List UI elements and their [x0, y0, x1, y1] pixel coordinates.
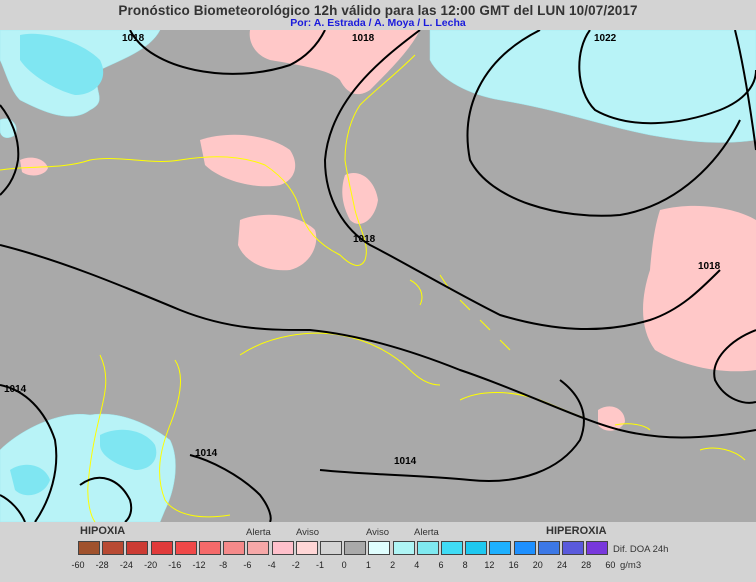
units-line-1: Dif. DOA 24h — [613, 544, 669, 555]
legend-tick: -2 — [291, 560, 300, 570]
legend-tick: 6 — [438, 560, 444, 570]
legend-swatch — [513, 541, 536, 555]
legend-swatch — [223, 541, 246, 555]
legend-tick: 4 — [414, 560, 420, 570]
legend-swatch — [150, 541, 173, 555]
legend-swatch — [174, 541, 197, 555]
hipoxia-label: HIPOXIA — [80, 525, 126, 537]
legend-swatch — [489, 541, 512, 555]
legend-swatch — [126, 541, 149, 555]
isobar-label-7: 1014 — [195, 448, 218, 459]
legend-tick: -28 — [95, 560, 109, 570]
legend-tick: 60 — [605, 560, 616, 570]
legend-swatch — [562, 541, 584, 555]
legend-tick: 20 — [532, 560, 543, 570]
legend-tick: 24 — [556, 560, 567, 570]
legend-tick: -12 — [192, 560, 206, 570]
aviso-left-label: Aviso — [296, 527, 320, 538]
legend-swatch — [344, 541, 367, 555]
legend-tick: -1 — [315, 560, 324, 570]
legend-swatch — [586, 541, 609, 555]
isobar-label-6: 1014 — [4, 384, 27, 395]
legend-swatch — [441, 541, 463, 555]
units-line-2: g/m3 — [620, 560, 642, 571]
map-svg: 1018 1018 1022 1018 1018 1014 1014 1014 — [0, 29, 756, 523]
legend-tick: -8 — [219, 560, 228, 570]
isobar-label-2: 1018 — [352, 33, 375, 44]
legend-swatch — [78, 541, 100, 555]
color-legend: HIPOXIA HIPEROXIA Alerta Aviso Aviso Ale… — [0, 522, 756, 582]
forecast-title: Pronóstico Biometeorológico 12h válido p… — [118, 3, 638, 18]
legend-tick: -60 — [71, 560, 85, 570]
legend-tick: -6 — [243, 560, 252, 570]
alerta-right-label: Alerta — [414, 527, 439, 538]
legend-swatch — [416, 541, 439, 555]
legend-swatch — [295, 541, 318, 555]
legend-swatch — [320, 541, 342, 555]
isobar-label-8: 1014 — [394, 456, 417, 467]
legend-swatch — [247, 541, 270, 555]
forecast-authors: Por: A. Estrada / A. Moya / L. Lecha — [290, 17, 466, 29]
legend-tick: -20 — [144, 560, 158, 570]
map-header: Pronóstico Biometeorológico 12h válido p… — [0, 0, 756, 30]
isobar-label-5: 1018 — [698, 261, 721, 272]
isobar-label-4: 1018 — [353, 234, 376, 245]
legend-tick: -4 — [267, 560, 276, 570]
legend-swatch — [102, 541, 125, 555]
isobar-label-1: 1018 — [122, 33, 145, 44]
legend-tick: 8 — [462, 560, 468, 570]
legend-tick: 28 — [581, 560, 592, 570]
legend-tick: 2 — [390, 560, 396, 570]
legend-swatch — [368, 541, 391, 555]
legend-tick: -16 — [168, 560, 182, 570]
aviso-right-label: Aviso — [366, 527, 390, 538]
legend-swatch — [465, 541, 488, 555]
isobar-label-3: 1022 — [594, 33, 617, 44]
legend-tick: 0 — [341, 560, 347, 570]
alerta-left-label: Alerta — [246, 527, 271, 538]
legend-swatch — [537, 541, 560, 555]
legend-swatch — [199, 541, 221, 555]
legend-tick: -24 — [119, 560, 133, 570]
legend-swatch — [271, 541, 294, 555]
hiperoxia-label: HIPEROXIA — [546, 525, 607, 537]
forecast-map: 1018 1018 1022 1018 1018 1014 1014 1014 — [0, 29, 756, 523]
legend-swatch — [392, 541, 415, 555]
legend-tick: 16 — [508, 560, 519, 570]
legend-tick: 12 — [484, 560, 495, 570]
legend-tick: 1 — [365, 560, 371, 570]
